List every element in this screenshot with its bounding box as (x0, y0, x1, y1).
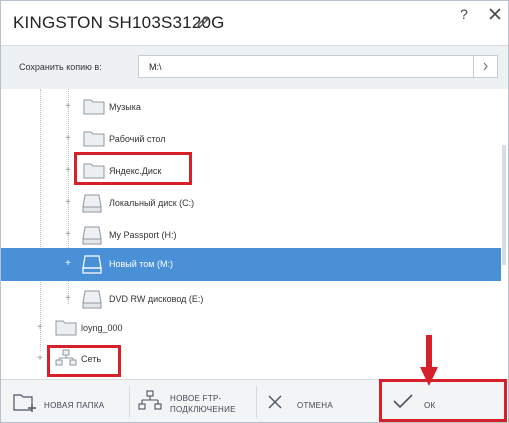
tree-item-dvd-rw-e[interactable]: + DVD RW дисковод (E:) (1, 283, 501, 315)
chevron-right-icon (483, 62, 488, 71)
expand-icon[interactable]: + (64, 166, 72, 176)
scrollbar-thumb[interactable] (502, 145, 506, 265)
new-folder-label: НОВАЯ ПАПКА (44, 401, 105, 410)
new-folder-icon (13, 394, 36, 412)
new-folder-button[interactable]: НОВАЯ ПАПКА (1, 380, 129, 422)
drive-icon (82, 255, 102, 274)
tree-item-label: My Passport (H:) (109, 230, 177, 240)
tree-item-music[interactable]: + Музыка (1, 91, 501, 123)
expand-icon[interactable]: + (64, 259, 72, 269)
arrow-down-icon (420, 335, 438, 386)
tree-scrollbar[interactable] (501, 89, 507, 379)
window-title: KINGSTON SH103S3120G (13, 13, 225, 32)
tree-item-desktop[interactable]: + Рабочий стол (1, 123, 501, 155)
new-ftp-button[interactable]: НОВОЕ FTP- ПОДКЛЮЧЕНИЕ (130, 380, 256, 422)
tree-item-my-passport-h[interactable]: + My Passport (H:) (1, 219, 501, 251)
ftp-network-icon (138, 390, 162, 410)
tree-item-new-volume-m[interactable]: + Новый том (M:) (1, 248, 501, 281)
expand-icon[interactable]: + (36, 323, 44, 333)
folder-icon (83, 131, 105, 147)
tree-item-local-disk-c[interactable]: + Локальный диск (C:) (1, 187, 501, 219)
highlight-yandex-disk (74, 152, 192, 185)
tree-item-label: loyng_000 (81, 323, 123, 333)
expand-icon[interactable]: + (64, 198, 72, 208)
drive-icon (82, 226, 102, 245)
tree-item-label: Рабочий стол (109, 134, 166, 144)
expand-icon[interactable]: + (64, 102, 72, 112)
pencil-icon[interactable] (196, 15, 210, 29)
cancel-x-icon (268, 395, 282, 409)
new-ftp-label-line2: ПОДКЛЮЧЕНИЕ (170, 405, 236, 414)
title-bar: KINGSTON SH103S3120G ? (1, 1, 508, 45)
close-icon[interactable] (486, 7, 504, 21)
tree-item-label: Новый том (M:) (109, 259, 173, 269)
cancel-button[interactable]: ОТМЕНА (257, 380, 381, 422)
expand-icon[interactable]: + (64, 294, 72, 304)
tree-item-label: Локальный диск (C:) (109, 198, 195, 208)
drive-icon (82, 194, 102, 213)
save-path-field[interactable]: M:\ (138, 55, 474, 78)
save-location-label: Сохранить копию в: (19, 62, 102, 72)
highlight-ok-button (379, 379, 507, 422)
folder-icon (55, 320, 77, 336)
expand-icon[interactable]: + (64, 134, 72, 144)
drive-icon (82, 290, 102, 309)
tree-item-label: DVD RW дисковод (E:) (109, 294, 204, 304)
save-location-row: Сохранить копию в: M:\ (1, 45, 508, 90)
tree-item-label: Музыка (109, 102, 141, 112)
help-button[interactable]: ? (455, 6, 473, 22)
folder-icon (83, 99, 105, 115)
new-ftp-label-line1: НОВОЕ FTP- (170, 394, 222, 403)
browse-path-button[interactable] (474, 55, 498, 78)
highlight-network (47, 345, 121, 377)
cancel-label: ОТМЕНА (297, 401, 334, 410)
expand-icon[interactable]: + (64, 230, 72, 240)
save-copy-dialog: KINGSTON SH103S3120G ? Сохранить копию в… (0, 0, 509, 423)
expand-icon[interactable]: + (36, 354, 44, 364)
